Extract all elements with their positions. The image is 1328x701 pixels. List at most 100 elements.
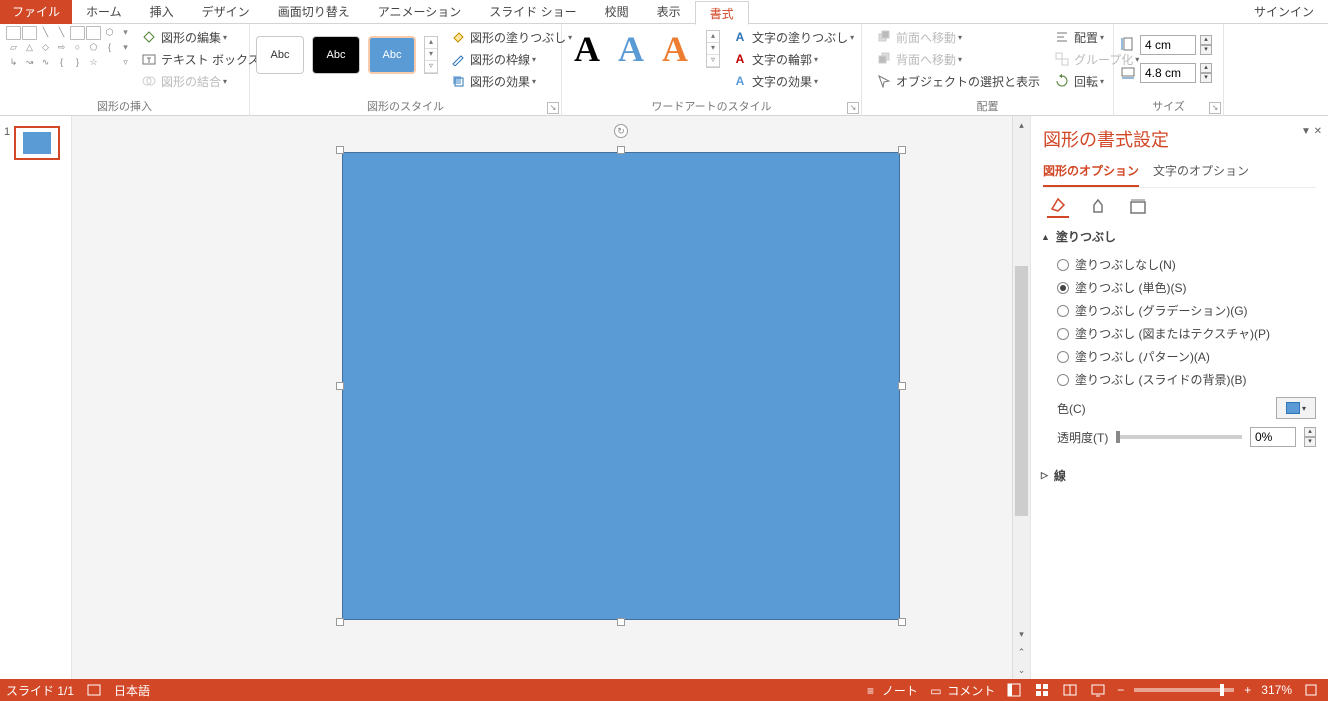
tab-format[interactable]: 書式	[695, 1, 749, 25]
thumb-number-1: 1	[4, 126, 10, 138]
transparency-slider[interactable]	[1116, 435, 1242, 439]
wordart-style-2[interactable]: A	[618, 31, 644, 67]
resize-handle-b[interactable]	[617, 618, 625, 626]
signin-link[interactable]: サインイン	[1240, 3, 1328, 20]
shape-style-2[interactable]: Abc	[312, 36, 360, 74]
group-icon	[1054, 51, 1070, 67]
resize-handle-r[interactable]	[898, 382, 906, 390]
pane-tab-shape-options[interactable]: 図形のオプション	[1043, 162, 1139, 187]
vertical-scrollbar[interactable]: ▴ ▾ ⌃ ⌄	[1012, 116, 1030, 679]
reading-view-button[interactable]	[1061, 681, 1079, 699]
group-label-wordart: ワードアートのスタイル	[562, 98, 861, 114]
tab-design[interactable]: デザイン	[188, 0, 264, 24]
tab-home[interactable]: ホーム	[72, 0, 136, 24]
wordart-style-3[interactable]: A	[662, 31, 688, 67]
notes-button[interactable]: ≡ ノート	[863, 682, 918, 699]
prev-slide-button[interactable]: ⌃	[1013, 643, 1030, 661]
pane-tab-text-options[interactable]: 文字のオプション	[1153, 162, 1249, 187]
transparency-input[interactable]	[1250, 427, 1296, 447]
text-outline-button[interactable]: A文字の輪郭▾	[728, 48, 858, 70]
resize-handle-t[interactable]	[617, 146, 625, 154]
resize-handle-l[interactable]	[336, 382, 344, 390]
send-backward-icon	[876, 51, 892, 67]
status-language[interactable]: 日本語	[114, 682, 150, 699]
fill-pattern-radio[interactable]: 塗りつぶし (パターン)(A)	[1043, 345, 1316, 368]
resize-handle-tr[interactable]	[898, 146, 906, 154]
wordart-more[interactable]: ▴▾▿	[706, 30, 720, 68]
width-up[interactable]: ▴	[1200, 63, 1212, 73]
section-line-header[interactable]: ▷線	[1041, 467, 1316, 484]
shape-style-1[interactable]: Abc	[256, 36, 304, 74]
zoom-level[interactable]: 317%	[1261, 683, 1292, 697]
tab-view[interactable]: 表示	[643, 0, 695, 24]
tab-slideshow[interactable]: スライド ショー	[475, 0, 590, 24]
sorter-view-button[interactable]	[1033, 681, 1051, 699]
resize-handle-tl[interactable]	[336, 146, 344, 154]
pane-icon-size-props[interactable]	[1127, 196, 1149, 218]
color-label: 色(C)	[1057, 400, 1086, 417]
notes-icon: ≡	[863, 683, 879, 699]
selection-pane-button[interactable]: オブジェクトの選択と表示	[872, 70, 1044, 92]
pane-close-button[interactable]: ▼ ✕	[1301, 126, 1322, 137]
wordart-style-1[interactable]: A	[574, 31, 600, 67]
group-label-size: サイズ	[1114, 98, 1223, 114]
height-down[interactable]: ▾	[1200, 45, 1212, 55]
rotate-handle[interactable]: ↻	[614, 124, 628, 138]
slide-thumb-1[interactable]	[14, 126, 60, 160]
zoom-out-button[interactable]: −	[1117, 683, 1124, 697]
text-effects-label: 文字の効果	[752, 73, 812, 90]
scroll-up-button[interactable]: ▴	[1013, 116, 1030, 134]
shape-outline-button[interactable]: 図形の枠線▾	[446, 48, 576, 70]
zoom-in-button[interactable]: +	[1244, 683, 1251, 697]
transparency-down[interactable]: ▾	[1304, 437, 1316, 447]
tab-review[interactable]: 校閲	[591, 0, 643, 24]
fill-none-radio[interactable]: 塗りつぶしなし(N)	[1043, 253, 1316, 276]
fill-color-button[interactable]: ▾	[1276, 397, 1316, 419]
section-fill-header[interactable]: ▲塗りつぶし	[1041, 228, 1316, 245]
shape-effects-button[interactable]: 図形の効果▾	[446, 70, 576, 92]
shape-style-3[interactable]: Abc	[368, 36, 416, 74]
fill-solid-label: 塗りつぶし (単色)(S)	[1075, 279, 1186, 296]
fill-picture-radio[interactable]: 塗りつぶし (図またはテクスチャ)(P)	[1043, 322, 1316, 345]
status-slide-number[interactable]: スライド 1/1	[6, 682, 74, 699]
text-effects-button[interactable]: A文字の効果▾	[728, 70, 858, 92]
text-fill-button[interactable]: A文字の塗りつぶし▾	[728, 26, 858, 48]
shape-fill-button[interactable]: 図形の塗りつぶし▾	[446, 26, 576, 48]
resize-handle-br[interactable]	[898, 618, 906, 626]
tab-transitions[interactable]: 画面切り替え	[264, 0, 364, 24]
width-input[interactable]	[1140, 63, 1196, 83]
fill-solid-radio[interactable]: 塗りつぶし (単色)(S)	[1043, 276, 1316, 299]
fit-to-window-button[interactable]	[1302, 681, 1320, 699]
paint-bucket-icon	[450, 29, 466, 45]
fill-picture-label: 塗りつぶし (図またはテクスチャ)(P)	[1075, 325, 1270, 342]
tab-insert[interactable]: 挿入	[136, 0, 188, 24]
scroll-down-button[interactable]: ▾	[1013, 625, 1030, 643]
tab-file[interactable]: ファイル	[0, 0, 72, 24]
next-slide-button[interactable]: ⌄	[1013, 661, 1030, 679]
fill-gradient-radio[interactable]: 塗りつぶし (グラデーション)(G)	[1043, 299, 1316, 322]
fill-gradient-label: 塗りつぶし (グラデーション)(G)	[1075, 302, 1248, 319]
height-up[interactable]: ▴	[1200, 35, 1212, 45]
shapes-gallery[interactable]: ╲╲⬡▾ ▱△◇⇨○⬠{▾ ↳↝∿{}☆▿	[6, 26, 133, 70]
normal-view-button[interactable]	[1005, 681, 1023, 699]
width-down[interactable]: ▾	[1200, 73, 1212, 83]
slide-canvas[interactable]: ↻	[72, 116, 1012, 679]
resize-handle-bl[interactable]	[336, 618, 344, 626]
comments-button[interactable]: ▭ コメント	[928, 682, 995, 699]
zoom-slider[interactable]	[1134, 688, 1234, 692]
height-input[interactable]	[1140, 35, 1196, 55]
rotate-icon	[1054, 73, 1070, 89]
selected-shape[interactable]: ↻	[336, 146, 906, 626]
slideshow-view-button[interactable]	[1089, 681, 1107, 699]
fill-pattern-label: 塗りつぶし (パターン)(A)	[1075, 348, 1210, 365]
pane-icon-fill-line[interactable]	[1047, 196, 1069, 218]
pane-icon-effects[interactable]	[1087, 196, 1109, 218]
spellcheck-icon[interactable]	[86, 682, 102, 698]
scroll-thumb[interactable]	[1015, 266, 1028, 516]
shape-style-more[interactable]: ▴▾▿	[424, 36, 438, 74]
fill-slidebg-radio[interactable]: 塗りつぶし (スライドの背景)(B)	[1043, 368, 1316, 391]
transparency-up[interactable]: ▴	[1304, 427, 1316, 437]
rectangle-shape[interactable]	[342, 152, 900, 620]
tab-animations[interactable]: アニメーション	[364, 0, 476, 24]
align-label: 配置	[1074, 29, 1098, 46]
